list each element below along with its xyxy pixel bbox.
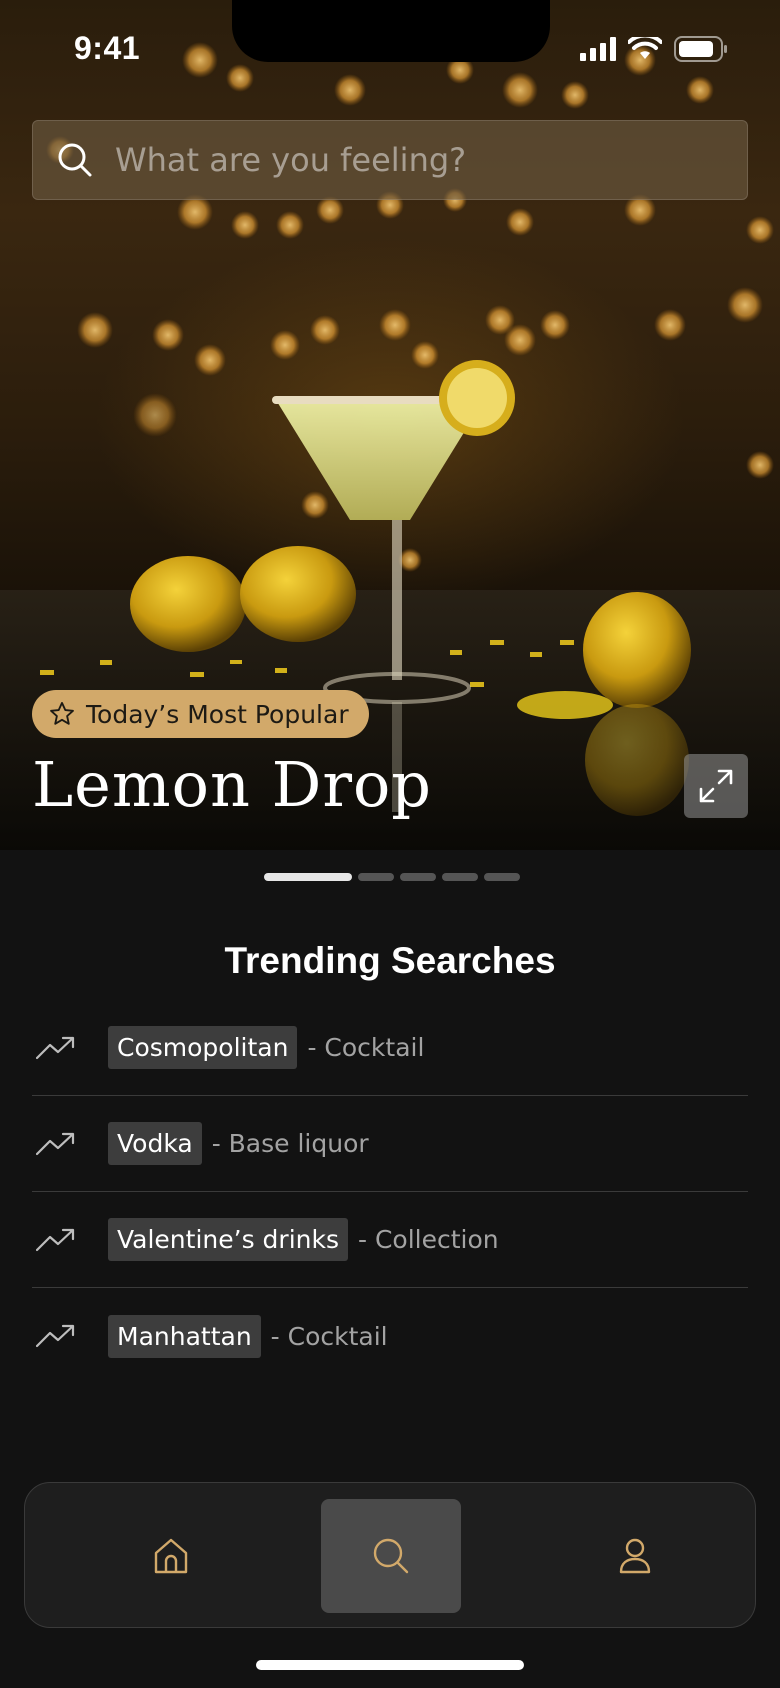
search-icon bbox=[58, 143, 92, 177]
pager-dot-2[interactable] bbox=[358, 873, 394, 881]
trending-up-icon bbox=[36, 1132, 76, 1156]
expand-button[interactable] bbox=[684, 754, 748, 818]
profile-icon bbox=[619, 1538, 651, 1574]
nav-home-tab[interactable] bbox=[101, 1499, 241, 1613]
search-input[interactable] bbox=[115, 121, 747, 199]
trending-item-type: - Collection bbox=[358, 1225, 499, 1254]
wifi-icon bbox=[628, 37, 662, 59]
cellular-signal-icon bbox=[580, 37, 616, 61]
trending-up-icon bbox=[36, 1324, 76, 1348]
pager-dot-3[interactable] bbox=[400, 873, 436, 881]
trending-list: Cosmopolitan - Cocktail Vodka - Base liq… bbox=[32, 1000, 748, 1384]
carousel-pager[interactable] bbox=[264, 873, 520, 881]
star-icon bbox=[50, 701, 74, 725]
status-icons bbox=[580, 36, 728, 62]
hero-title[interactable]: Lemon Drop bbox=[32, 748, 432, 821]
device-notch bbox=[232, 0, 550, 62]
trending-up-icon bbox=[36, 1228, 76, 1252]
trending-item[interactable]: Valentine’s drinks - Collection bbox=[32, 1192, 748, 1288]
trending-item-name: Manhattan bbox=[108, 1314, 261, 1358]
popular-badge: Today’s Most Popular bbox=[32, 690, 369, 738]
pager-dot-1[interactable] bbox=[264, 873, 352, 881]
bottom-navigation bbox=[24, 1482, 756, 1628]
expand-icon bbox=[699, 769, 733, 803]
trending-item-name: Valentine’s drinks bbox=[108, 1218, 348, 1261]
trending-item[interactable]: Cosmopolitan - Cocktail bbox=[32, 1000, 748, 1096]
hero-banner[interactable]: 9:41 Today’s Most Popular bbox=[0, 0, 780, 850]
nav-profile-tab[interactable] bbox=[565, 1499, 705, 1613]
search-icon bbox=[373, 1538, 409, 1574]
trending-item-name: Vodka bbox=[108, 1122, 202, 1165]
status-time: 9:41 bbox=[74, 30, 141, 66]
home-indicator[interactable] bbox=[256, 1660, 524, 1670]
home-icon bbox=[154, 1538, 188, 1574]
trending-item-type: - Cocktail bbox=[307, 1033, 425, 1062]
search-bar[interactable] bbox=[32, 120, 748, 200]
trending-item[interactable]: Manhattan - Cocktail bbox=[32, 1288, 748, 1384]
trending-item-name: Cosmopolitan bbox=[108, 1026, 298, 1069]
nav-search-tab[interactable] bbox=[321, 1499, 461, 1613]
trending-item-type: - Cocktail bbox=[270, 1321, 388, 1351]
trending-up-icon bbox=[36, 1036, 76, 1060]
trending-item[interactable]: Vodka - Base liquor bbox=[32, 1096, 748, 1192]
pager-dot-4[interactable] bbox=[442, 873, 478, 881]
trending-title: Trending Searches bbox=[224, 940, 556, 981]
battery-icon bbox=[674, 36, 727, 62]
popular-badge-label: Today’s Most Popular bbox=[86, 699, 349, 729]
pager-dot-5[interactable] bbox=[484, 873, 520, 881]
trending-item-type: - Base liquor bbox=[211, 1129, 369, 1158]
